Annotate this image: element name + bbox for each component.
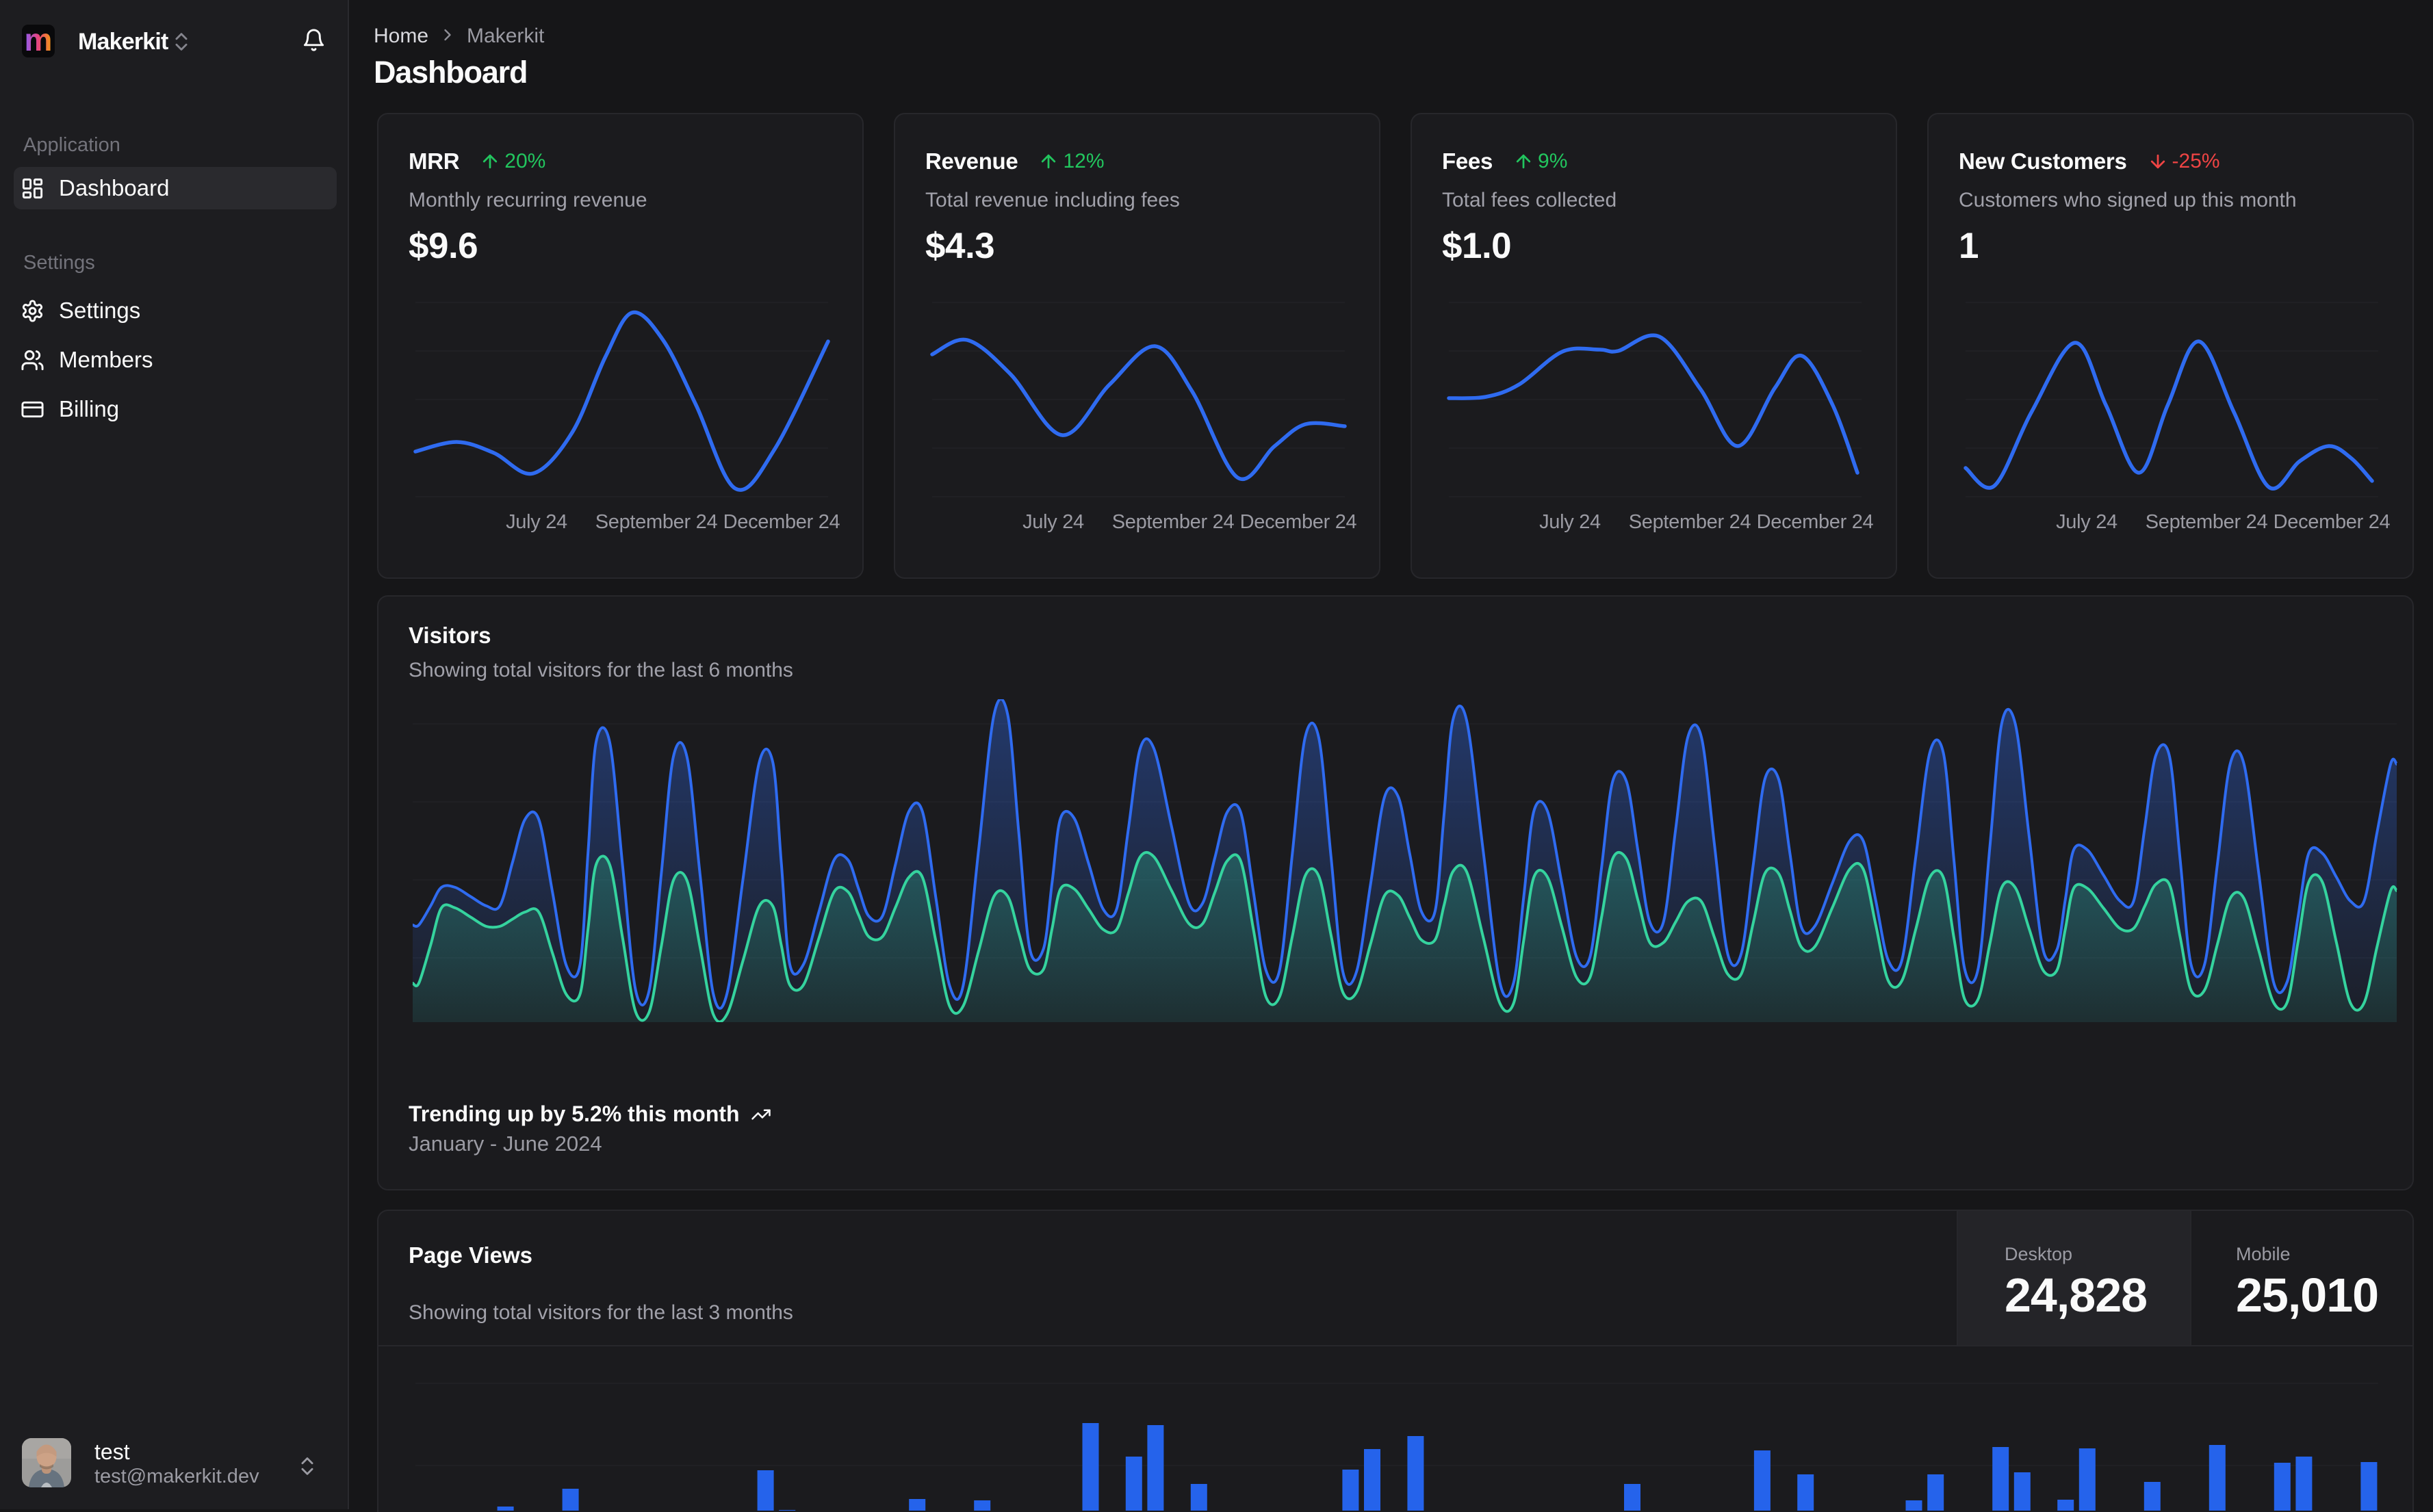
svg-text:m: m bbox=[25, 25, 53, 57]
